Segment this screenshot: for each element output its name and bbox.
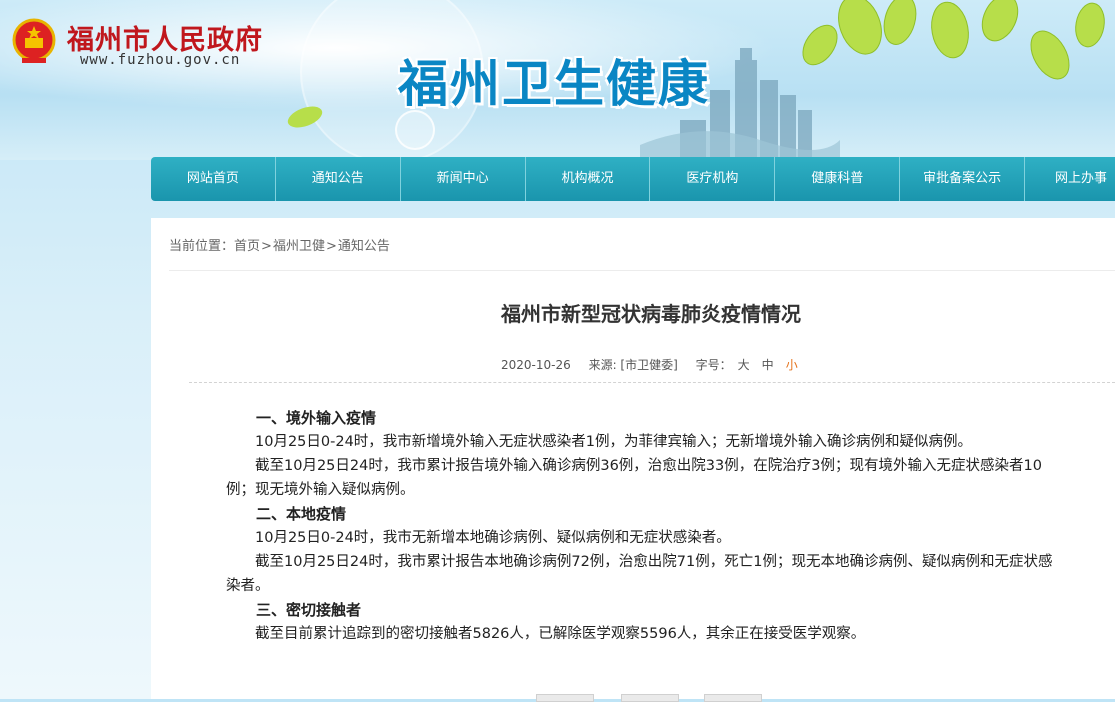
divider: [169, 270, 1115, 271]
article-title: 福州市新型冠状病毒肺炎疫情情况: [501, 302, 801, 326]
nav-item-notices[interactable]: 通知公告: [276, 157, 401, 201]
article-date: 2020-10-26: [501, 358, 571, 372]
paragraph: 10月25日0-24时，我市新增境外输入无症状感染者1例，为菲律宾输入；无新增境…: [255, 434, 973, 450]
breadcrumb-fzwj[interactable]: 福州卫健: [273, 239, 325, 254]
content-panel: 当前位置：首页>福州卫健>通知公告 福州市新型冠状病毒肺炎疫情情况 2020-1…: [151, 218, 1115, 702]
breadcrumb-notices[interactable]: 通知公告: [338, 239, 390, 254]
paragraph: 截至10月25日24时，我市累计报告境外输入确诊病例36例，治愈出院33例，在院…: [226, 458, 1042, 498]
decor-leaves-illustration: [802, 0, 1105, 80]
breadcrumb-separator: >: [325, 239, 337, 254]
breadcrumb: 当前位置：首页>福州卫健>通知公告: [169, 235, 390, 254]
meta-divider: [189, 382, 1115, 383]
article-body: 一、境外输入疫情 10月25日0-24时，我市新增境外输入无症状感染者1例，为菲…: [226, 406, 1066, 646]
bottom-button[interactable]: [621, 694, 679, 702]
breadcrumb-prefix: 当前位置：: [169, 239, 235, 254]
paragraph: 10月25日0-24时，我市无新增本地确诊病例、疑似病例和无症状感染者。: [255, 530, 731, 546]
site-header: 福州市人民政府 www.fuzhou.gov.cn 福州卫生健康: [0, 0, 1115, 160]
main-nav: 网站首页 通知公告 新闻中心 机构概况 医疗机构 健康科普 审批备案公示 网上办…: [151, 157, 1115, 201]
nav-item-online-service[interactable]: 网上办事: [1025, 157, 1115, 201]
section-heading: 二、本地疫情: [256, 505, 347, 523]
font-size-small[interactable]: 小: [786, 358, 798, 372]
font-size-label: 字号：: [695, 358, 732, 372]
national-emblem-icon: [12, 18, 56, 63]
nav-item-medical[interactable]: 医疗机构: [650, 157, 776, 201]
paragraph: 截至10月25日24时，我市累计报告本地确诊病例72例，治愈出院71例，死亡1例…: [226, 554, 1053, 594]
font-size-large[interactable]: 大: [738, 358, 750, 372]
breadcrumb-separator: >: [261, 239, 272, 254]
nav-item-news[interactable]: 新闻中心: [401, 157, 526, 201]
bottom-button[interactable]: [536, 694, 594, 702]
section-heading: 三、密切接触者: [256, 601, 362, 619]
article-meta: 2020-10-26 来源: [市卫健委] 字号： 大中小: [501, 356, 810, 373]
section-heading: 一、境外输入疫情: [256, 409, 377, 427]
decor-bubble: [395, 110, 435, 150]
gov-url[interactable]: www.fuzhou.gov.cn: [80, 52, 240, 68]
font-size-medium[interactable]: 中: [762, 358, 774, 372]
nav-item-home[interactable]: 网站首页: [151, 157, 276, 201]
nav-item-approval[interactable]: 审批备案公示: [900, 157, 1026, 201]
leaf-icon: [287, 106, 323, 128]
nav-item-health-science[interactable]: 健康科普: [775, 157, 901, 201]
breadcrumb-home[interactable]: 首页: [234, 239, 260, 254]
bottom-button[interactable]: [704, 694, 762, 702]
article-source: 来源: [市卫健委]: [588, 358, 678, 372]
paragraph: 截至目前累计追踪到的密切接触者5826人，已解除医学观察5596人，其余正在接受…: [255, 626, 866, 642]
nav-item-about[interactable]: 机构概况: [526, 157, 651, 201]
